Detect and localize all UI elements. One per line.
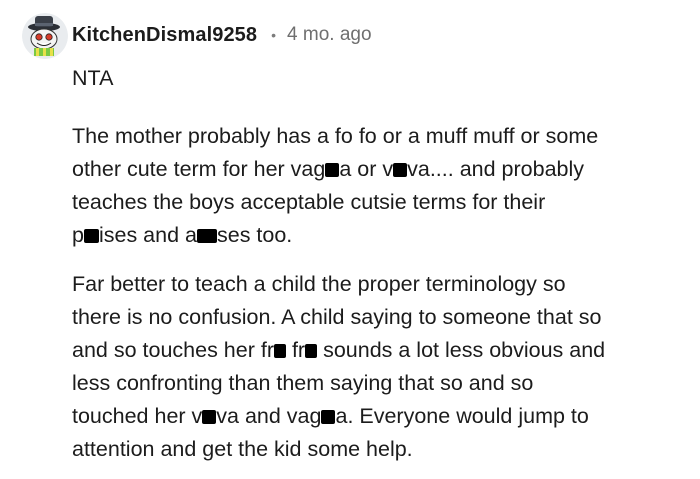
comment-paragraph: NTA: [72, 62, 682, 95]
paragraph-text: NTA: [72, 66, 114, 90]
comment-body: NTA The mother probably has a fo fo or a…: [72, 62, 682, 466]
paragraph-text: a or v: [339, 157, 394, 181]
censor-mark: [273, 344, 286, 358]
censor-mark: [393, 163, 408, 177]
paragraph-text: teaches the boys acceptable cutsie terms…: [72, 190, 546, 214]
paragraph-text: p: [72, 223, 84, 247]
comment-paragraph: The mother probably has a fo fo or a muf…: [72, 120, 682, 252]
paragraph-text: Far better to teach a child the proper t…: [72, 272, 566, 296]
censor-mark: [83, 229, 99, 243]
comment-timestamp[interactable]: 4 mo. ago: [287, 24, 372, 46]
censor-mark: [202, 410, 217, 424]
paragraph-text: fr: [285, 338, 306, 362]
paragraph-text: less confronting than them saying that s…: [72, 371, 534, 395]
user-avatar[interactable]: [22, 13, 68, 59]
paragraph-text: there is no confusion. A child saying to…: [72, 305, 602, 329]
meta-separator: •: [271, 27, 277, 43]
comment-header: KitchenDismal9258 • 4 mo. ago: [22, 12, 372, 60]
paragraph-text: sounds a lot less obvious and: [317, 338, 606, 362]
paragraph-text: touched her v: [72, 404, 203, 428]
paragraph-text: The mother probably has a fo fo or a muf…: [72, 124, 599, 148]
censor-mark: [305, 344, 318, 358]
paragraph-text: va and vag: [216, 404, 322, 428]
censor-mark: [196, 229, 217, 243]
snoo-avatar-icon: [22, 13, 68, 59]
paragraph-text: and so touches her fr: [72, 338, 274, 362]
censor-mark: [325, 163, 340, 177]
comment-paragraph: Far better to teach a child the proper t…: [72, 268, 682, 466]
paragraph-text: attention and get the kid some help.: [72, 437, 413, 461]
censor-mark: [321, 410, 336, 424]
paragraph-text: ises and a: [98, 223, 197, 247]
paragraph-text: other cute term for her vag: [72, 157, 326, 181]
username-link[interactable]: KitchenDismal9258: [72, 24, 257, 47]
paragraph-text: a. Everyone would jump to: [335, 404, 589, 428]
paragraph-text: va.... and probably: [407, 157, 585, 181]
paragraph-text: ses too.: [216, 223, 293, 247]
